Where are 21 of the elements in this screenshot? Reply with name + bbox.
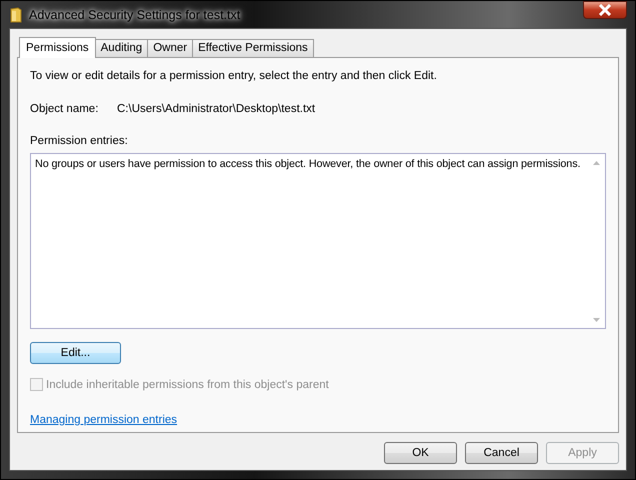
instruction-text: To view or edit details for a permission entry, select the entry and then click Edit.: [30, 70, 438, 82]
window-title: Advanced Security Settings for test.txt: [29, 8, 240, 22]
scroll-down-icon[interactable]: [593, 318, 600, 322]
close-button[interactable]: [583, 0, 627, 18]
permission-entries-list[interactable]: No groups or users have permission to access this object. However, the owner of this object can assign permissions.: [30, 153, 606, 329]
permission-entries-label: Permission entries:: [30, 135, 129, 147]
tab[interactable]: Permissions: [19, 37, 96, 58]
help-link[interactable]: Managing permission entries: [30, 414, 178, 426]
object-name-label: Object name:: [30, 103, 100, 115]
checkbox-label: Include inheritable permissions from this object's parent: [46, 378, 329, 390]
tab[interactable]: Auditing: [94, 39, 148, 57]
tab[interactable]: Owner: [147, 39, 194, 57]
folder-icon: [10, 6, 22, 22]
list-message: No groups or users have permission to access this object. However, the owner of this object can assign permissions.: [35, 158, 582, 172]
object-name-value: C:\Users\Administrator\Desktop\test.txt: [117, 103, 316, 115]
scroll-up-icon[interactable]: [593, 161, 600, 165]
dialog-button[interactable]: OK: [384, 442, 457, 464]
dialog-button[interactable]: Cancel: [465, 442, 538, 464]
edit-button[interactable]: Edit...: [30, 342, 121, 364]
tab[interactable]: Effective Permissions: [192, 39, 314, 57]
close-icon: [598, 4, 612, 16]
